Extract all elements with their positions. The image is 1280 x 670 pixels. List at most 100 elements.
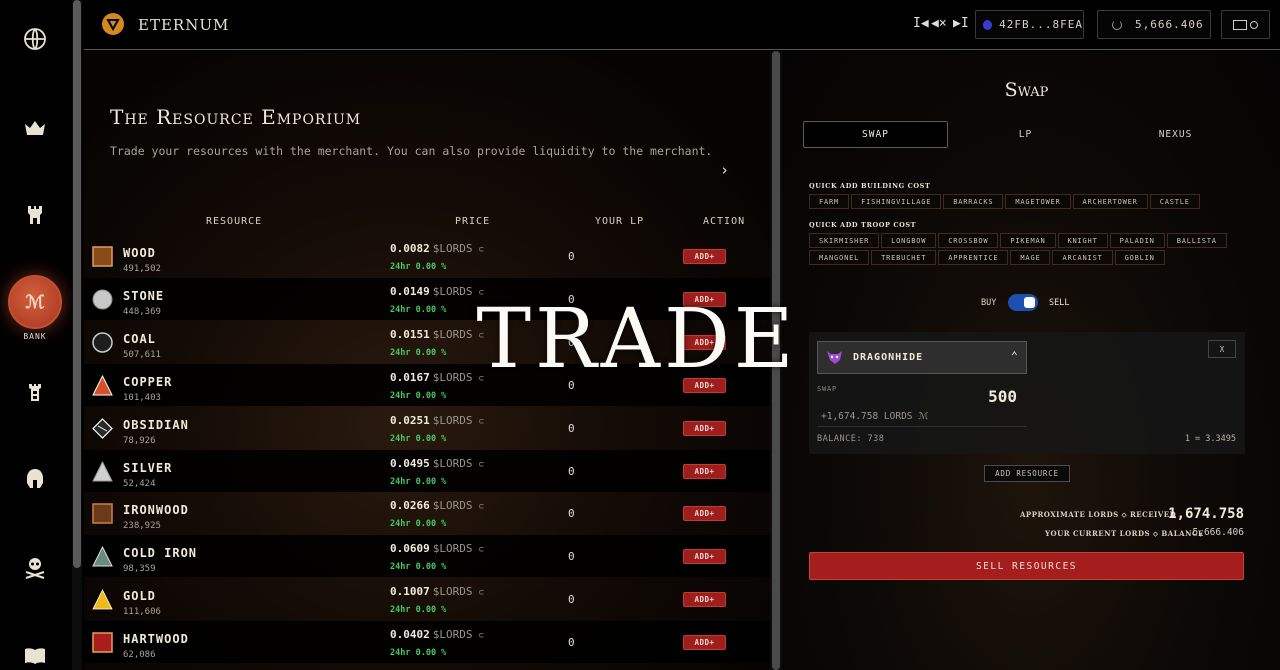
swap-amount-input[interactable]: 500 <box>949 387 1017 406</box>
buy-sell-toggle[interactable] <box>1008 294 1038 311</box>
sidebar-item-bank[interactable]: ℳ BANK <box>0 275 70 341</box>
resource-amount: 52,424 <box>123 478 156 489</box>
troop-chip-apprentice[interactable]: APPRENTICE <box>938 250 1009 265</box>
building-chip-barracks[interactable]: BARRACKS <box>943 194 1004 209</box>
add-liquidity-button[interactable]: ADD+ <box>683 506 726 522</box>
tab-nexus[interactable]: NEXUS <box>1103 121 1248 148</box>
building-chip-castle[interactable]: CASTLE <box>1149 194 1200 209</box>
troop-chip-trebuchet[interactable]: TREBUCHET <box>871 250 937 265</box>
lords-coin-icon: ⊂ <box>478 631 484 642</box>
resource-amount: 78,926 <box>123 435 156 446</box>
resource-name: GOLD <box>123 589 156 604</box>
add-liquidity-button[interactable]: ADD+ <box>683 635 726 651</box>
sidebar-item-military[interactable] <box>0 380 70 404</box>
selected-resource-name: DRAGONHIDE <box>853 352 924 363</box>
coal-icon <box>92 332 113 353</box>
price-change: 24hr 0.00 % <box>390 262 447 272</box>
your-lp-value: 0 <box>568 507 575 521</box>
price-change: 24hr 0.00 % <box>390 648 447 659</box>
table-row: COLD IRON 98,359 0.0609 $LORDS ⊂ 24hr 0.00 % 0… <box>84 535 771 578</box>
next-arrow-icon[interactable]: › <box>720 161 729 179</box>
toggle-knob <box>1024 297 1035 308</box>
tab-swap[interactable]: SWAP <box>803 121 948 148</box>
your-lp-value: 0 <box>568 550 575 564</box>
troop-chip-arcanist[interactable]: ARCANIST <box>1052 250 1113 265</box>
resource-balance: BALANCE: 738 <box>817 434 885 444</box>
trade-overlay-title: TRADE <box>476 291 798 387</box>
building-chip-farm[interactable]: FARM <box>809 194 850 209</box>
wallet-address: 42FB...8FEA <box>999 18 1083 31</box>
price-change: 24hr 0.00 % <box>390 347 447 358</box>
troop-chip-paladin[interactable]: PALADIN <box>1109 233 1165 248</box>
helmet-icon <box>27 469 43 488</box>
previous-track-icon[interactable]: I◀ <box>913 16 929 31</box>
resource-price: 0.0495 $LORDS ⊂ <box>390 457 484 470</box>
resource-name: COAL <box>123 331 156 346</box>
tab-lp[interactable]: LP <box>953 121 1098 148</box>
sidebar-item-kingdom[interactable] <box>0 116 70 140</box>
price-value: 0.1007 <box>390 585 430 599</box>
sidebar-item-lore[interactable] <box>0 644 70 668</box>
resource-price: 0.0402 $LORDS ⊂ <box>390 628 484 641</box>
price-value: 0.0082 <box>390 242 430 255</box>
sidebar-item-construction[interactable] <box>0 203 70 227</box>
sidebar-item-world[interactable] <box>0 27 70 51</box>
lords-coin-icon: ⊂ <box>478 588 484 599</box>
troop-chip-longbow[interactable]: LONGBOW <box>881 233 937 248</box>
top-bar: ETERNUM I◀ ◀× ▶I 42FB...8FEA 5,666.406 <box>84 0 1280 50</box>
troop-chip-mangonel[interactable]: MANGONEL <box>809 250 870 265</box>
add-liquidity-button[interactable]: ADD+ <box>683 463 726 479</box>
sidebar-scrollbar-thumb[interactable] <box>73 0 81 568</box>
troop-chip-skirmisher[interactable]: SKIRMISHER <box>809 233 880 248</box>
resource-price: 0.0251 $LORDS ⊂ <box>390 414 484 427</box>
troop-chip-crossbow[interactable]: CROSSBOW <box>938 233 999 248</box>
table-row: OBSIDIAN 78,926 0.0251 $LORDS ⊂ 24hr 0.00 % 0 A… <box>84 407 771 449</box>
add-liquidity-button[interactable]: ADD+ <box>683 420 726 436</box>
building-chip-archertower[interactable]: ARCHERTOWER <box>1072 194 1148 209</box>
your-lp-value: 0 <box>568 250 575 263</box>
price-unit: $LORDS <box>432 542 473 556</box>
troop-chip-ballista[interactable]: BALLISTA <box>1166 233 1227 248</box>
remove-resource-button[interactable]: X <box>1208 340 1236 358</box>
resource-amount: 238,925 <box>123 521 161 532</box>
resource-amount: 62,086 <box>123 650 156 661</box>
price-value: 0.0251 <box>390 413 430 427</box>
book-icon <box>25 648 45 664</box>
divider <box>817 426 1027 427</box>
sell-resources-button[interactable]: SELL RESOURCES <box>809 552 1244 580</box>
table-row: WOOD 491,502 0.0082 $LORDS ⊂ 24hr 0.00 % 0 ADD+ <box>84 235 771 277</box>
buy-label: BUY <box>981 298 997 308</box>
resource-select[interactable]: DRAGONHIDE ⌃ <box>817 341 1027 374</box>
resource-price: 0.0266 $LORDS ⊂ <box>390 499 484 512</box>
add-liquidity-button[interactable]: ADD+ <box>683 249 726 264</box>
price-value: 0.0609 <box>390 542 430 556</box>
troop-chip-pikeman[interactable]: PIKEMAN <box>1000 233 1056 248</box>
troop-chip-knight[interactable]: KNIGHT <box>1057 233 1108 248</box>
add-resource-button[interactable]: ADD RESOURCE <box>984 465 1070 482</box>
resource-name: COLD IRON <box>123 546 198 561</box>
building-chip-magetower[interactable]: MAGETOWER <box>1005 194 1071 209</box>
your-lp-value: 0 <box>568 421 575 435</box>
resource-price: 0.1007 $LORDS ⊂ <box>390 585 484 598</box>
wallet-address-button[interactable]: 42FB...8FEA <box>975 10 1084 39</box>
sidebar-item-raids[interactable] <box>0 556 70 580</box>
price-change: 24hr 0.00 % <box>390 519 447 530</box>
lords-balance-display: 5,666.406 <box>1097 10 1211 39</box>
building-chip-fishingvillage[interactable]: FISHINGVILLAGE <box>851 194 942 209</box>
settings-toggle-button[interactable] <box>1221 10 1270 39</box>
add-liquidity-button[interactable]: ADD+ <box>683 549 726 565</box>
resource-name: STONE <box>123 288 165 303</box>
mute-icon[interactable]: ◀× <box>931 16 947 31</box>
swap-title: Swap <box>1004 79 1049 101</box>
troop-chip-mage[interactable]: MAGE <box>1010 250 1051 265</box>
add-liquidity-button[interactable]: ADD+ <box>683 592 726 608</box>
swap-output-value: +1,674.758 LORDS ℳ <box>821 411 929 422</box>
settings-toggle-icon <box>1233 19 1247 30</box>
next-track-icon[interactable]: ▶I <box>953 16 969 31</box>
building-cost-label: QUICK ADD BUILDING COST <box>809 182 931 190</box>
lords-coin-icon: ⊂ <box>478 245 484 255</box>
approx-received-label: APPROXIMATE LORDS ⬦ RECEIVED <box>1020 510 1177 519</box>
troop-chip-goblin[interactable]: GOBLIN <box>1114 250 1165 265</box>
sidebar-item-army[interactable] <box>0 467 70 491</box>
resource-price: 0.0082 $LORDS ⊂ <box>390 242 484 255</box>
